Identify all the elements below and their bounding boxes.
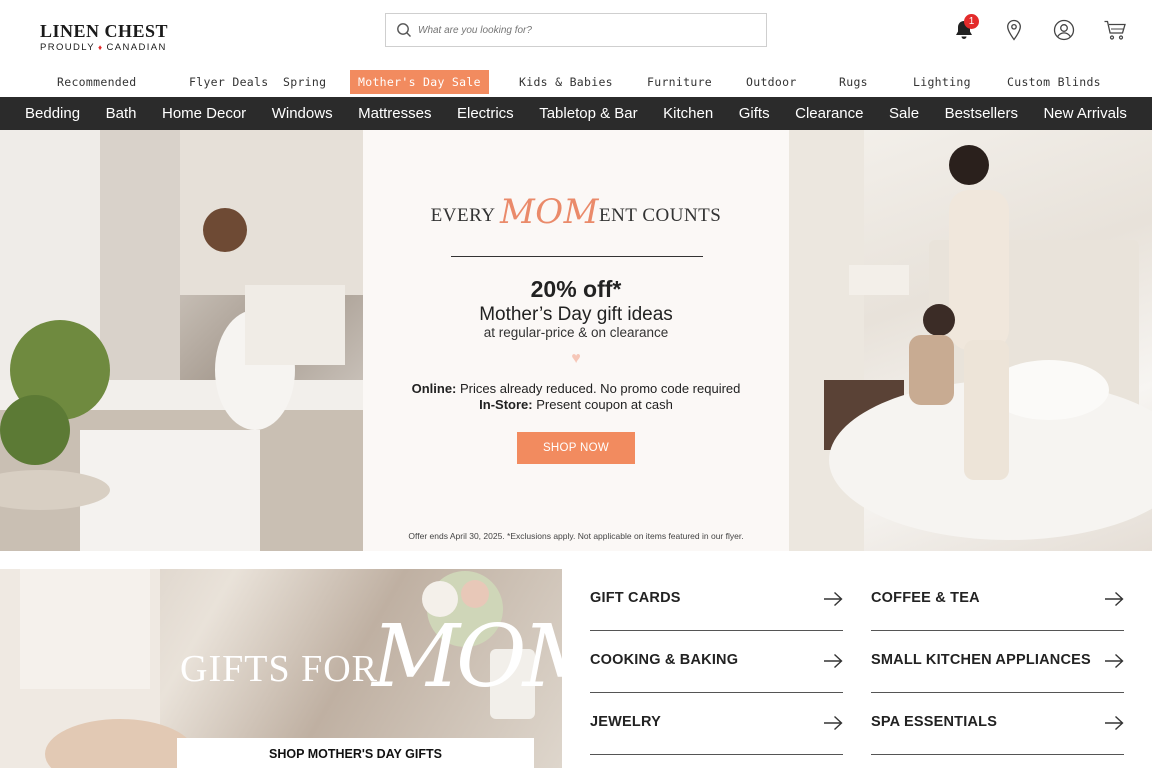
arrow-right-icon (1105, 715, 1124, 731)
gifts-for-text: GIFTS FOR (180, 648, 378, 690)
arrow-right-icon (1105, 653, 1124, 669)
category-link-spa-essentials[interactable]: SPA ESSENTIALS (871, 693, 1124, 755)
gifts-mom-script: MOM (372, 607, 562, 707)
promo-subtitle-detail: at regular-price & on clearance (483, 325, 669, 340)
cart-button[interactable] (1101, 16, 1129, 44)
shop-now-button[interactable]: SHOP NOW (517, 432, 635, 464)
promo-discount: 20% off* (530, 276, 622, 302)
arrow-right-icon (824, 653, 843, 669)
location-pin-icon (1007, 19, 1021, 41)
nav-mothers-day-sale[interactable]: Mother's Day Sale (350, 70, 489, 94)
arrow-right-icon (1105, 591, 1124, 607)
hero-photo-left (0, 130, 363, 551)
category-link-gift-cards[interactable]: GIFT CARDS (590, 569, 843, 631)
dept-tabletop-bar[interactable]: Tabletop & Bar (539, 105, 637, 122)
nav-recommended[interactable]: Recommended (57, 70, 136, 94)
nav-spring[interactable]: Spring (283, 70, 326, 94)
dept-home-decor[interactable]: Home Decor (162, 105, 246, 122)
promo-subtitle: Mother’s Day gift ideas (479, 304, 673, 325)
dept-windows[interactable]: Windows (272, 105, 333, 122)
nav-flyer-deals[interactable]: Flyer Deals (189, 70, 268, 94)
category-label: COFFEE & TEA (871, 590, 980, 606)
gifts-for-mom-banner[interactable]: GIFTS FOR MOM SHOP MOTHER'S DAY GIFTS (0, 569, 562, 768)
linen-chest-logo[interactable]: LINEN CHEST PROUDLY ♦ CANADIAN (40, 22, 170, 53)
arrow-right-icon (824, 715, 843, 731)
promo-store-note: In-Store: Present coupon at cash (363, 397, 789, 412)
category-link-jewelry[interactable]: JEWELRY (590, 693, 843, 755)
logo-tagline: PROUDLY ♦ CANADIAN (40, 42, 170, 53)
dept-mattresses[interactable]: Mattresses (358, 105, 431, 122)
promo-divider (451, 256, 703, 257)
promo-title: EVERY MOMENT COUNTS (363, 192, 789, 232)
category-label: SMALL KITCHEN APPLIANCES (871, 652, 1091, 668)
account-icon (1053, 19, 1075, 41)
promo-online-note: Online: Prices already reduced. No promo… (363, 381, 789, 396)
maple-leaf-icon: ♦ (98, 43, 104, 52)
notification-badge: 1 (964, 14, 979, 29)
dept-kitchen[interactable]: Kitchen (663, 105, 713, 122)
nav-outdoor[interactable]: Outdoor (746, 70, 797, 94)
store-locator-button[interactable] (1000, 16, 1028, 44)
promo-title-pre: EVERY (430, 205, 500, 226)
dept-bedding[interactable]: Bedding (25, 105, 80, 122)
category-label: SPA ESSENTIALS (871, 714, 998, 730)
nav-furniture[interactable]: Furniture (647, 70, 712, 94)
promo-online-text: Prices already reduced. No promo code re… (456, 381, 741, 396)
search-icon (397, 23, 411, 37)
promo-store-text: Present coupon at cash (532, 397, 673, 412)
category-label: COOKING & BAKING (590, 652, 739, 668)
logo-tagline-right: CANADIAN (106, 42, 167, 53)
heart-icon: ♥ (571, 350, 581, 367)
nav-kids-babies[interactable]: Kids & Babies (519, 70, 613, 94)
hero-photo-right (789, 130, 1152, 551)
promo-title-mom: MOM (499, 192, 599, 232)
hero-banner[interactable]: EVERY MOMENT COUNTS 20% off* Mother’s Da… (0, 130, 1152, 551)
search-bar[interactable] (385, 13, 767, 47)
category-link-small-kitchen-appliances[interactable]: SMALL KITCHEN APPLIANCES (871, 631, 1124, 693)
logo-tagline-left: PROUDLY (40, 42, 96, 53)
dept-gifts[interactable]: Gifts (739, 105, 770, 122)
dept-electrics[interactable]: Electrics (457, 105, 514, 122)
promo-online-label: Online: (411, 381, 457, 396)
search-input[interactable] (418, 24, 738, 36)
nav-rugs[interactable]: Rugs (839, 70, 868, 94)
promo-title-post: ENT COUNTS (598, 205, 722, 226)
account-button[interactable] (1050, 16, 1078, 44)
notifications-button[interactable]: 1 (950, 14, 979, 44)
category-label: JEWELRY (590, 714, 661, 730)
main-department-nav: Bedding Bath Home Decor Windows Mattress… (0, 97, 1152, 130)
logo-wordmark: LINEN CHEST (40, 21, 169, 41)
dept-new-arrivals[interactable]: New Arrivals (1043, 105, 1126, 122)
category-link-coffee-tea[interactable]: COFFEE & TEA (871, 569, 1124, 631)
category-nav: Recommended Flyer Deals Spring Mother's … (0, 70, 1152, 94)
category-link-cooking-baking[interactable]: COOKING & BAKING (590, 631, 843, 693)
dept-bestsellers[interactable]: Bestsellers (945, 105, 1018, 122)
dept-clearance[interactable]: Clearance (795, 105, 863, 122)
nav-lighting[interactable]: Lighting (913, 70, 971, 94)
shop-mothers-day-gifts-button[interactable]: SHOP MOTHER'S DAY GIFTS (177, 738, 534, 768)
category-label: GIFT CARDS (590, 590, 681, 606)
dept-bath[interactable]: Bath (106, 105, 137, 122)
arrow-right-icon (824, 591, 843, 607)
cart-icon (1104, 20, 1126, 40)
dept-sale[interactable]: Sale (889, 105, 919, 122)
site-header: LINEN CHEST PROUDLY ♦ CANADIAN 1 (0, 0, 1152, 66)
mothers-day-promo: EVERY MOMENT COUNTS 20% off* Mother’s Da… (363, 130, 789, 551)
promo-fineprint: Offer ends April 30, 2025. *Exclusions a… (408, 531, 744, 541)
promo-store-label: In-Store: (479, 397, 533, 412)
nav-custom-blinds[interactable]: Custom Blinds (1007, 70, 1101, 94)
